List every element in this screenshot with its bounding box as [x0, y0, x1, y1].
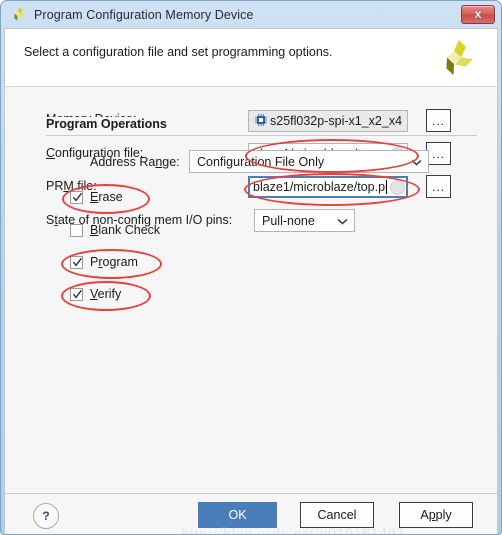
header-instruction: Select a configuration file and set prog…	[24, 45, 333, 59]
address-range-value: Configuration File Only	[197, 154, 325, 169]
header-banner: Select a configuration file and set prog…	[4, 28, 498, 86]
verify-label: Verify	[90, 287, 122, 301]
check-icon	[72, 192, 83, 202]
memory-device-text: s25fl032p-spi-x1_x2_x4	[270, 114, 403, 128]
configuration-file-browse-button[interactable]: ...	[426, 142, 451, 165]
checkbox-row-program[interactable]: Program	[70, 255, 138, 269]
address-range-label: Address Range:	[90, 155, 180, 169]
blank-check-label: Blank Check	[90, 223, 161, 237]
dialog-body: Memory Device: s25fl032p-spi-x1_x2_x4 ..…	[4, 86, 498, 494]
memory-device-value: s25fl032p-spi-x1_x2_x4	[248, 110, 408, 132]
close-button[interactable]	[461, 5, 495, 24]
blank-check-checkbox[interactable]	[70, 223, 83, 237]
dialog-window: Program Configuration Memory Device Sele…	[0, 0, 502, 535]
chevron-down-icon	[337, 214, 348, 228]
erase-checkbox[interactable]	[70, 190, 83, 204]
program-operations-title: Program Operations	[46, 117, 174, 131]
verify-checkbox[interactable]	[70, 287, 83, 301]
prm-file-browse-button[interactable]: ...	[426, 175, 451, 198]
erase-label: Erase	[90, 190, 123, 204]
check-icon	[72, 257, 83, 267]
prm-file-input[interactable]: blaze1/microblaze/top.prm	[248, 176, 408, 198]
address-range-row: Address Range:	[90, 155, 180, 169]
checkbox-row-erase[interactable]: Erase	[70, 190, 123, 204]
prm-file-scroll-thumb[interactable]	[390, 179, 405, 195]
check-icon	[72, 289, 83, 299]
checkbox-row-verify[interactable]: Verify	[70, 287, 121, 301]
prm-file-value: blaze1/microblaze/top.prm	[253, 180, 386, 194]
dialog-footer: ? OK Cancel Ap ply http://blog.csdn.net/u…	[4, 494, 498, 534]
program-checkbox[interactable]	[70, 255, 83, 269]
io-pins-select[interactable]: Pull-none	[254, 209, 355, 232]
apply-button[interactable]: Ap ply	[399, 502, 473, 528]
cancel-button[interactable]: Cancel	[300, 502, 374, 528]
checkbox-row-blank-check[interactable]: Blank Check	[70, 223, 160, 237]
address-range-select[interactable]: Configuration File Only	[189, 150, 429, 173]
xilinx-logo-icon	[435, 38, 475, 78]
close-icon	[473, 10, 483, 19]
io-pins-value: Pull-none	[262, 213, 315, 228]
xilinx-logo-icon	[10, 7, 27, 22]
group-divider	[46, 135, 477, 136]
memory-chip-icon	[255, 113, 267, 129]
window-title: Program Configuration Memory Device	[34, 7, 254, 22]
help-button[interactable]: ?	[33, 503, 59, 529]
title-bar: Program Configuration Memory Device	[1, 1, 501, 28]
memory-device-browse-button[interactable]: ...	[426, 109, 451, 132]
program-label: Program	[90, 255, 138, 269]
chevron-down-icon	[411, 155, 422, 169]
ok-button[interactable]: OK	[198, 502, 277, 528]
text-caret	[386, 180, 387, 194]
